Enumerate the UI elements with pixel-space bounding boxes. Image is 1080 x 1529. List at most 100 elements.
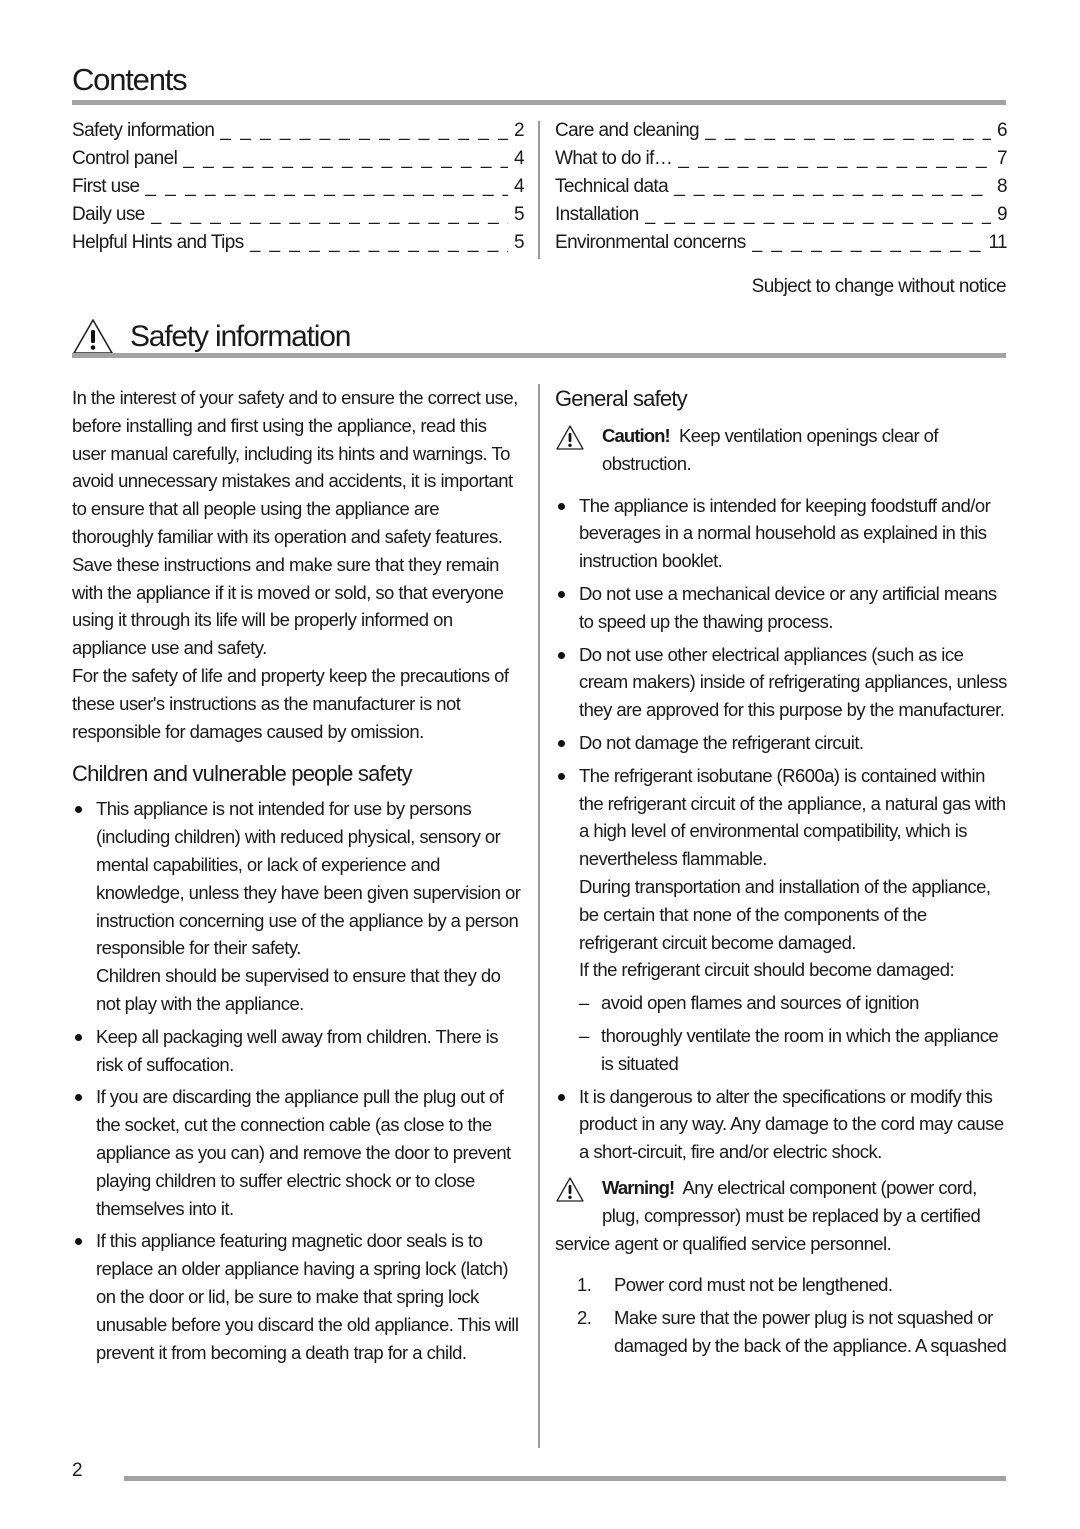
warning-callout: Warning! Any electrical component (power…	[555, 1174, 1007, 1257]
toc-entry-page: 8	[997, 176, 1007, 197]
list-item-extra: During transportation and installation o…	[579, 875, 991, 953]
toc-entry[interactable]: Helpful Hints and Tips _ _ _ _ _ _ _ _ _ …	[72, 232, 524, 260]
toc-leader: _ _ _ _ _ _ _ _ _ _ _ _ _ _ _ _ _ _ _ _ …	[705, 120, 991, 141]
toc-entry-label: Helpful Hints and Tips	[72, 232, 244, 253]
children-safety-list: This appliance is not intended for use b…	[72, 795, 524, 1366]
toc-leader: _ _ _ _ _ _ _ _ _ _ _ _ _ _ _ _ _ _ _ _ …	[150, 204, 508, 225]
toc-leader: _ _ _ _ _ _ _ _ _ _ _ _ _ _ _ _ _ _ _ _ …	[644, 204, 991, 225]
list-item-text: Keep all packaging well away from childr…	[96, 1025, 498, 1075]
change-notice: Subject to change without notice	[751, 276, 1007, 297]
list-item: It is dangerous to alter the specificati…	[555, 1083, 1007, 1166]
toc-leader: _ _ _ _ _ _ _ _ _ _ _ _ _ _ _ _ _ _ _ _ …	[678, 148, 991, 169]
warning-triangle-icon	[556, 1177, 584, 1202]
list-item: If this appliance featuring magnetic doo…	[72, 1227, 524, 1366]
toc-entry-label: Installation	[555, 204, 639, 225]
list-item: Do not use a mechanical device or any ar…	[555, 580, 1007, 636]
general-safety-heading: General safety	[555, 386, 688, 411]
list-item-text: Do not use a mechanical device or any ar…	[579, 582, 997, 632]
toc-entry-page: 11	[988, 232, 1007, 253]
toc-entry[interactable]: Environmental concerns _ _ _ _ _ _ _ _ _ …	[555, 232, 1007, 260]
warning-triangle-icon	[73, 319, 113, 354]
toc-leader: _ _ _ _ _ _ _ _ _ _ _ _ _ _ _ _ _ _ _ _ …	[145, 176, 508, 197]
list-item: The refrigerant isobutane (R600a) is con…	[555, 762, 1007, 1078]
toc-entry[interactable]: Control panel _ _ _ _ _ _ _ _ _ _ _ _ _ _…	[72, 148, 524, 176]
toc-leader: _ _ _ _ _ _ _ _ _ _ _ _ _ _ _ _ _ _ _ _ …	[183, 148, 508, 169]
footer-rule	[124, 1476, 1006, 1481]
list-item-extra: Children should be supervised to ensure …	[96, 965, 501, 1014]
toc-entry[interactable]: Installation _ _ _ _ _ _ _ _ _ _ _ _ _ _ …	[555, 204, 1007, 232]
toc-right-column: Care and cleaning _ _ _ _ _ _ _ _ _ _ _ _…	[555, 120, 1007, 260]
intro-paragraph: For the safety of life and property keep…	[72, 664, 509, 742]
toc-entry-page: 7	[997, 148, 1007, 169]
dash-item: thoroughly ventilate the room in which t…	[579, 1022, 1007, 1078]
list-item: If you are discarding the appliance pull…	[72, 1083, 524, 1222]
numbered-item: 1. Power cord must not be lengthened.	[555, 1271, 1007, 1299]
safety-rule	[72, 353, 1006, 358]
item-text: Make sure that the power plug is not squ…	[614, 1307, 1007, 1356]
toc-leader: _ _ _ _ _ _ _ _ _ _ _ _ _ _ _ _ _ _ _ _ …	[751, 232, 983, 253]
list-item-text: It is dangerous to alter the specificati…	[579, 1085, 1004, 1163]
list-item-extra: If the refrigerant circuit should become…	[579, 959, 955, 981]
item-number: 2.	[577, 1307, 592, 1329]
children-safety-heading: Children and vulnerable people safety	[72, 761, 413, 787]
caution-keyword: Caution!	[602, 425, 671, 446]
toc-leader: _ _ _ _ _ _ _ _ _ _ _ _ _ _ _ _ _ _ _ _ …	[249, 232, 508, 253]
general-safety-list: The appliance is intended for keeping fo…	[555, 492, 1007, 1166]
toc-entry-label: Control panel	[72, 148, 178, 169]
dash-item: avoid open flames and sources of ignitio…	[579, 989, 1007, 1017]
toc-entry-page: 4	[514, 148, 524, 169]
list-item-text: If you are discarding the appliance pull…	[96, 1086, 511, 1219]
toc-entry-label: Safety information	[72, 120, 215, 141]
list-item-text: If this appliance featuring magnetic doo…	[96, 1230, 519, 1363]
toc-entry-label: First use	[72, 176, 140, 197]
item-text: Power cord must not be lengthened.	[614, 1274, 893, 1296]
left-column: In the interest of your safety and to en…	[72, 384, 524, 1371]
toc-entry-label: Care and cleaning	[555, 120, 700, 141]
toc-entry[interactable]: What to do if… _ _ _ _ _ _ _ _ _ _ _ _ _ …	[555, 148, 1007, 176]
toc-leader: _ _ _ _ _ _ _ _ _ _ _ _ _ _ _ _ _ _ _ _ …	[674, 176, 991, 197]
toc-entry-page: 2	[514, 120, 524, 141]
safety-section-header: Safety information	[72, 318, 351, 356]
safety-title: Safety information	[130, 320, 351, 353]
numbered-item: 2. Make sure that the power plug is not s…	[555, 1304, 1007, 1360]
caution-triangle-icon	[556, 425, 584, 450]
list-item-text: This appliance is not intended for use b…	[96, 798, 521, 959]
dash-list: avoid open flames and sources of ignitio…	[579, 989, 1007, 1077]
contents-title: Contents	[72, 62, 188, 97]
toc-entry-label: Technical data	[555, 176, 669, 197]
list-item-text: The refrigerant isobutane (R600a) is con…	[579, 764, 1006, 870]
toc-entry-page: 4	[514, 176, 524, 197]
toc-entry[interactable]: Safety information _ _ _ _ _ _ _ _ _ _ _ …	[72, 120, 524, 148]
toc-entry-label: Daily use	[72, 204, 145, 225]
warning-keyword: Warning!	[602, 1176, 675, 1198]
item-number: 1.	[577, 1274, 592, 1296]
list-item-text: Do not use other electrical appliances (…	[579, 643, 1007, 721]
toc-entry-page: 5	[514, 232, 524, 253]
warning-tail: service agent or qualified service perso…	[555, 1232, 892, 1254]
toc-entry-label: What to do if…	[555, 148, 673, 169]
toc-left-column: Safety information _ _ _ _ _ _ _ _ _ _ _ …	[72, 120, 524, 260]
toc-entry-page: 5	[514, 204, 524, 225]
right-column: General safety Caution! Keep ventilation…	[555, 384, 1007, 1365]
toc-column-divider	[538, 121, 540, 259]
list-item-text: The appliance is intended for keeping fo…	[579, 494, 991, 572]
caution-callout: Caution! Keep ventilation openings clear…	[555, 422, 1007, 478]
list-item: Do not damage the refrigerant circuit.	[555, 729, 1007, 757]
toc-entry[interactable]: Technical data _ _ _ _ _ _ _ _ _ _ _ _ _ …	[555, 176, 1007, 204]
toc-entry-page: 9	[997, 204, 1007, 225]
contents-rule	[72, 100, 1006, 105]
list-item-text: Do not damage the refrigerant circuit.	[579, 731, 864, 753]
toc-entry-page: 6	[997, 120, 1007, 141]
toc-leader: _ _ _ _ _ _ _ _ _ _ _ _ _ _ _ _ _ _ _ _ …	[220, 120, 508, 141]
numbered-list: 1. Power cord must not be lengthened. 2. M…	[555, 1271, 1007, 1359]
list-item: The appliance is intended for keeping fo…	[555, 492, 1007, 575]
toc-entry[interactable]: Care and cleaning _ _ _ _ _ _ _ _ _ _ _ _…	[555, 120, 1007, 148]
list-item: Keep all packaging well away from childr…	[72, 1023, 524, 1079]
list-item: This appliance is not intended for use b…	[72, 795, 524, 1017]
list-item: Do not use other electrical appliances (…	[555, 641, 1007, 724]
toc-entry[interactable]: Daily use _ _ _ _ _ _ _ _ _ _ _ _ _ _ _ _…	[72, 204, 524, 232]
toc-entry[interactable]: First use _ _ _ _ _ _ _ _ _ _ _ _ _ _ _ _…	[72, 176, 524, 204]
column-divider	[538, 384, 540, 1448]
toc-entry-label: Environmental concerns	[555, 232, 746, 253]
intro-paragraph: In the interest of your safety and to en…	[72, 387, 518, 659]
